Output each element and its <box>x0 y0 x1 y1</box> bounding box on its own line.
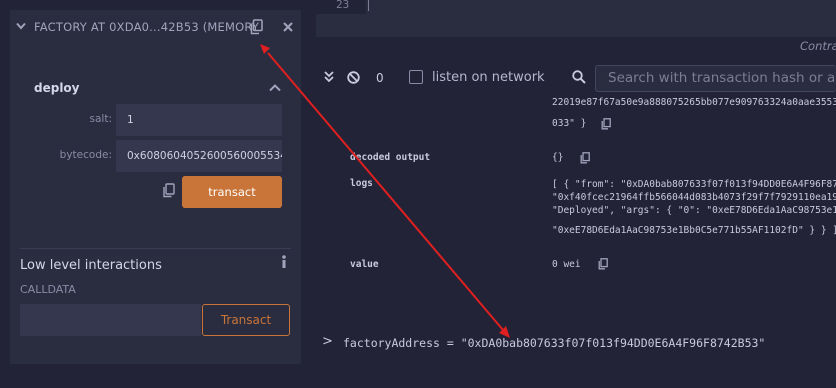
copy-icon[interactable] <box>580 152 590 164</box>
close-icon[interactable] <box>283 22 293 32</box>
line-number: 23 <box>336 0 350 11</box>
logs-line: [ { "from": "0xDA0bab807633f07f013f94DD0… <box>552 179 836 190</box>
logs-line: "Deployed", "args": { "0": "0xeE78D6Eda1… <box>552 205 836 216</box>
panel-label: Contra <box>800 39 836 53</box>
clear-console-icon[interactable] <box>347 71 360 84</box>
pending-count: 0 <box>376 71 384 85</box>
divider <box>20 248 291 249</box>
editor-area[interactable] <box>316 0 836 37</box>
function-name-deploy: deploy <box>34 81 80 95</box>
decoded-output-key: decoded output <box>350 152 431 163</box>
decoded-output-value: {} <box>552 152 564 163</box>
copy-icon[interactable] <box>601 118 611 130</box>
double-chevron-down-icon[interactable] <box>324 71 334 83</box>
contract-instance-title[interactable]: FACTORY AT 0XDA0...42B53 (MEMORY <box>34 20 259 34</box>
value-value: 0 wei <box>552 259 581 270</box>
listen-on-network-checkbox[interactable] <box>409 70 423 84</box>
logs-line: "0xeE78D6Eda1AaC98753e1Bb0C5e771b55AF110… <box>552 225 836 236</box>
salt-input[interactable]: 1 <box>116 104 282 136</box>
transaction-search-input[interactable]: Search with transaction hash or addr <box>595 65 836 92</box>
calldata-label: CALLDATA <box>20 283 76 296</box>
value-key: value <box>350 259 379 270</box>
log-line-end: 033" } <box>552 118 587 129</box>
copy-calldata-icon[interactable] <box>162 183 175 198</box>
logs-line: "0xf40fcec21964ffb566044d083b4073f29f7f7… <box>552 192 836 203</box>
copy-icon[interactable] <box>249 19 263 35</box>
transact-button[interactable]: transact <box>182 176 282 208</box>
bytecode-input[interactable]: 0x6080604052600560005534 <box>116 140 282 172</box>
info-icon[interactable] <box>281 255 287 269</box>
salt-label: salt: <box>89 113 112 125</box>
terminal-prompt: > <box>322 334 333 349</box>
bytecode-label: bytecode: <box>59 149 112 161</box>
log-line-top: 22019e87f67a50e9a888075265bb077e90976332… <box>552 97 836 108</box>
calldata-input[interactable] <box>20 304 201 336</box>
low-level-interactions-title: Low level interactions <box>20 258 162 273</box>
terminal-input-line[interactable]: factoryAddress = "0xDA0bab807633f07f013f… <box>343 336 765 350</box>
chevron-up-icon[interactable] <box>269 84 281 92</box>
low-level-transact-button[interactable]: Transact <box>202 304 290 336</box>
copy-icon[interactable] <box>598 258 608 270</box>
listen-on-network-label: listen on network <box>432 70 545 85</box>
chevron-down-icon[interactable] <box>16 22 26 30</box>
editor-cursor <box>368 0 369 11</box>
logs-key: logs <box>350 178 373 189</box>
search-icon <box>572 70 586 84</box>
